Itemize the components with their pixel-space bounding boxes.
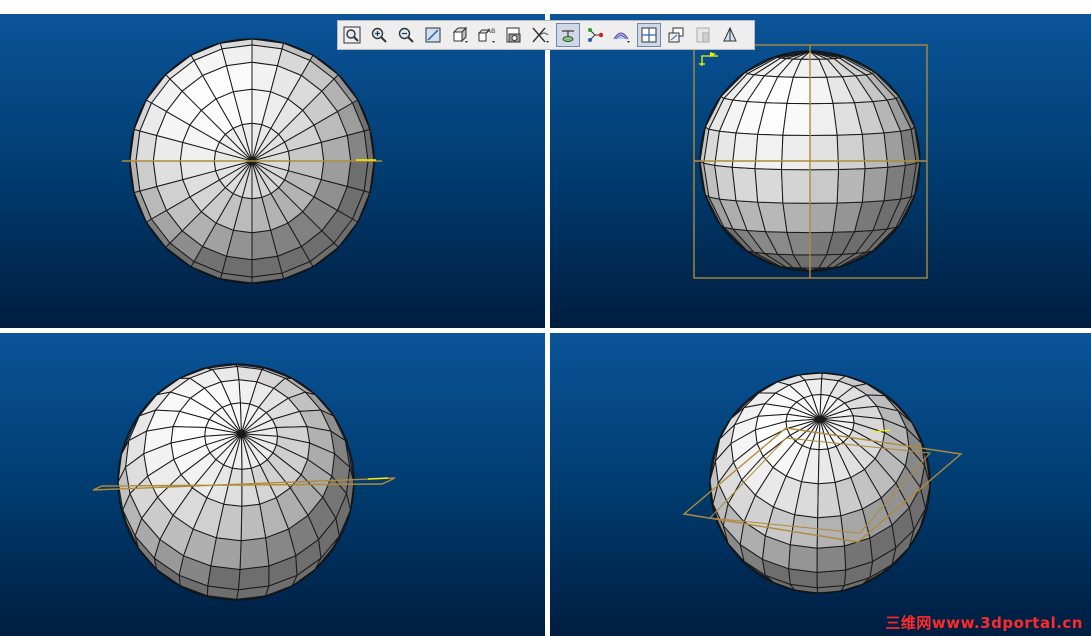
- render-styles-button[interactable]: [610, 23, 634, 47]
- zoom-in-icon: [371, 27, 387, 43]
- section-view-icon: [723, 26, 737, 42]
- render-style-icon: [613, 32, 630, 43]
- sphere-isometric-view: [682, 372, 963, 594]
- named-views-button[interactable]: AB: [475, 23, 499, 47]
- normal-view-button[interactable]: [421, 23, 445, 47]
- viewport-top-right[interactable]: [550, 14, 1091, 328]
- view-orientation-button[interactable]: [448, 23, 472, 47]
- viewport-top-left[interactable]: [0, 14, 545, 328]
- datum-axis-tag: [699, 52, 718, 66]
- zoom-out-icon: [398, 27, 414, 43]
- zoom-fit-button[interactable]: [340, 23, 364, 47]
- sphere-front-view: [693, 44, 928, 279]
- cube-icon: [452, 26, 468, 43]
- camera-icon: [506, 27, 521, 43]
- display-mode-button[interactable]: [691, 23, 715, 47]
- watermark-text: 三维网www.3dportal.cn: [885, 614, 1083, 632]
- swap-space-icon: [562, 30, 574, 42]
- datum-plane-tag: [367, 477, 389, 480]
- sphere-top-view: [122, 38, 382, 284]
- split-view-icon: [641, 27, 657, 43]
- section-view-button[interactable]: [718, 23, 742, 47]
- hide-show-button[interactable]: [529, 23, 553, 47]
- named-views-icon: AB: [477, 28, 495, 43]
- capture-image-button[interactable]: [502, 23, 526, 47]
- hide-show-icon: [532, 27, 549, 43]
- viewport-bottom-left[interactable]: [0, 333, 545, 636]
- zoom-fit-icon: [343, 26, 361, 44]
- split-view-button[interactable]: [637, 23, 661, 47]
- multi-view-icon: [668, 27, 684, 43]
- zoom-in-button[interactable]: [367, 23, 391, 47]
- viewport-bottom-right[interactable]: [550, 333, 1091, 636]
- view-toolbar: AB: [337, 20, 755, 50]
- normal-view-icon: [425, 27, 441, 43]
- node-link-icon: [588, 28, 604, 42]
- sphere-tilted-view: [92, 363, 396, 601]
- swap-visible-space-button[interactable]: [556, 23, 580, 47]
- multi-view-button[interactable]: [664, 23, 688, 47]
- bl-sphere-mesh: [117, 363, 355, 601]
- display-mode-icon: [696, 27, 710, 43]
- sketch-constraints-button[interactable]: [583, 23, 607, 47]
- svg-text:AB: AB: [487, 28, 495, 35]
- zoom-out-button[interactable]: [394, 23, 418, 47]
